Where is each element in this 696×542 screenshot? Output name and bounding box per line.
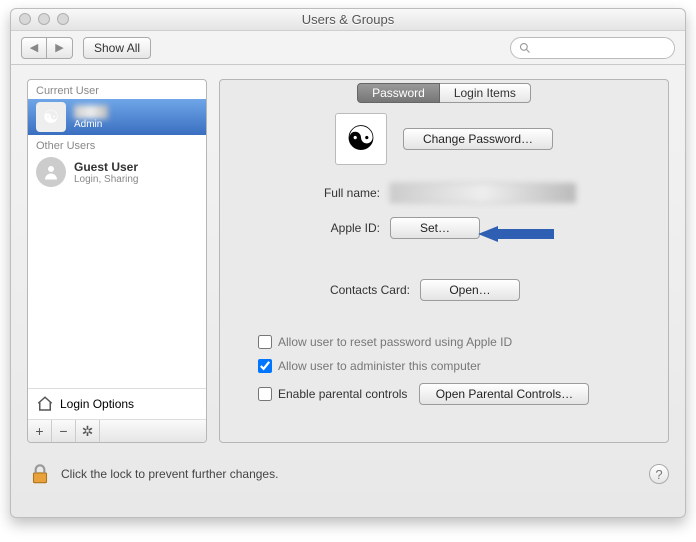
- other-users-heading: Other Users: [28, 135, 206, 154]
- current-user-heading: Current User: [28, 80, 206, 99]
- allow-admin-row: Allow user to administer this computer: [232, 359, 656, 373]
- help-button[interactable]: ?: [649, 464, 669, 484]
- remove-user-button[interactable]: −: [52, 420, 76, 442]
- house-icon: [36, 395, 54, 413]
- full-name-label: Full name:: [232, 186, 380, 200]
- search-field[interactable]: [510, 37, 675, 59]
- search-icon: [519, 42, 531, 54]
- full-name-field[interactable]: [390, 183, 576, 203]
- zoom-icon[interactable]: [57, 13, 69, 25]
- sidebar-item-current-user[interactable]: ☯ ████ Admin: [28, 99, 206, 135]
- minimize-icon[interactable]: [38, 13, 50, 25]
- sidebar-item-guest-user[interactable]: Guest User Login, Sharing: [28, 154, 206, 190]
- user-sub: Login, Sharing: [74, 174, 139, 185]
- tab-password[interactable]: Password: [357, 83, 440, 103]
- add-user-button[interactable]: +: [28, 420, 52, 442]
- window-title: Users & Groups: [302, 12, 394, 27]
- parental-controls-checkbox[interactable]: [258, 387, 272, 401]
- footer: Click the lock to prevent further change…: [11, 453, 685, 495]
- avatar: ☯: [36, 102, 66, 132]
- user-sidebar: Current User ☯ ████ Admin Other Users Gu…: [27, 79, 207, 443]
- toolbar: ◀ ▶ Show All: [11, 31, 685, 65]
- open-contacts-button[interactable]: Open…: [420, 279, 520, 301]
- allow-admin-checkbox[interactable]: [258, 359, 272, 373]
- titlebar: Users & Groups: [11, 9, 685, 31]
- open-parental-controls-button[interactable]: Open Parental Controls…: [419, 383, 589, 405]
- login-options-button[interactable]: Login Options: [28, 388, 206, 419]
- set-apple-id-button[interactable]: Set…: [390, 217, 480, 239]
- annotation-arrow-icon: [476, 220, 556, 248]
- close-icon[interactable]: [19, 13, 31, 25]
- allow-reset-row: Allow user to reset password using Apple…: [232, 335, 656, 349]
- change-password-button[interactable]: Change Password…: [403, 128, 553, 150]
- traffic-lights: [19, 13, 69, 25]
- contacts-card-label: Contacts Card:: [232, 283, 410, 297]
- back-button[interactable]: ◀: [21, 37, 47, 59]
- forward-button[interactable]: ▶: [47, 37, 73, 59]
- sidebar-footer: + − ✲: [28, 419, 206, 442]
- avatar: [36, 157, 66, 187]
- nav-buttons: ◀ ▶: [21, 37, 73, 59]
- show-all-button[interactable]: Show All: [83, 37, 151, 59]
- lock-text: Click the lock to prevent further change…: [61, 467, 278, 481]
- tab-login-items[interactable]: Login Items: [440, 83, 531, 103]
- user-picture[interactable]: ☯: [335, 113, 387, 165]
- parental-controls-row: Enable parental controls Open Parental C…: [232, 383, 656, 405]
- lock-icon[interactable]: [27, 461, 53, 487]
- main-panel: Password Login Items ☯ Change Password… …: [219, 79, 669, 443]
- action-menu-button[interactable]: ✲: [76, 420, 100, 442]
- apple-id-label: Apple ID:: [232, 221, 380, 235]
- preferences-window: Users & Groups ◀ ▶ Show All Current User…: [10, 8, 686, 518]
- user-name: ████: [74, 105, 108, 119]
- tab-bar: Password Login Items: [232, 83, 656, 103]
- user-name: Guest User: [74, 160, 139, 174]
- allow-reset-checkbox[interactable]: [258, 335, 272, 349]
- user-role: Admin: [74, 119, 108, 130]
